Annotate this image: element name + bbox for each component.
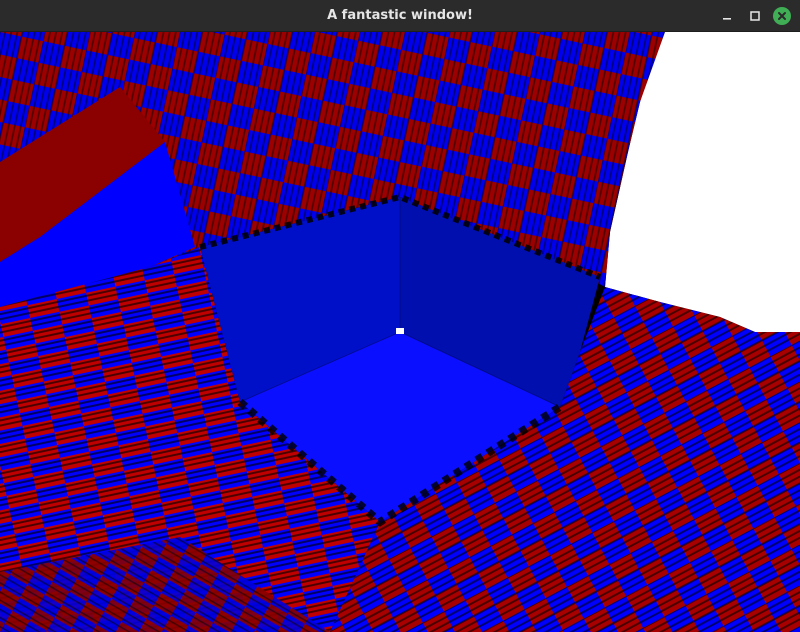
minimize-icon (723, 18, 731, 20)
title-bar[interactable]: A fantastic window! (0, 0, 800, 32)
center-marker (396, 328, 404, 334)
minimize-button[interactable] (718, 7, 736, 25)
maximize-icon (750, 11, 760, 21)
maximize-button[interactable] (746, 7, 764, 25)
app-window: A fantastic window! (0, 0, 800, 632)
close-icon (778, 12, 786, 20)
close-button-circle (773, 7, 791, 25)
window-title: A fantastic window! (327, 8, 473, 23)
scene-svg (0, 32, 800, 632)
render-canvas[interactable] (0, 32, 800, 632)
close-button[interactable] (773, 7, 791, 25)
